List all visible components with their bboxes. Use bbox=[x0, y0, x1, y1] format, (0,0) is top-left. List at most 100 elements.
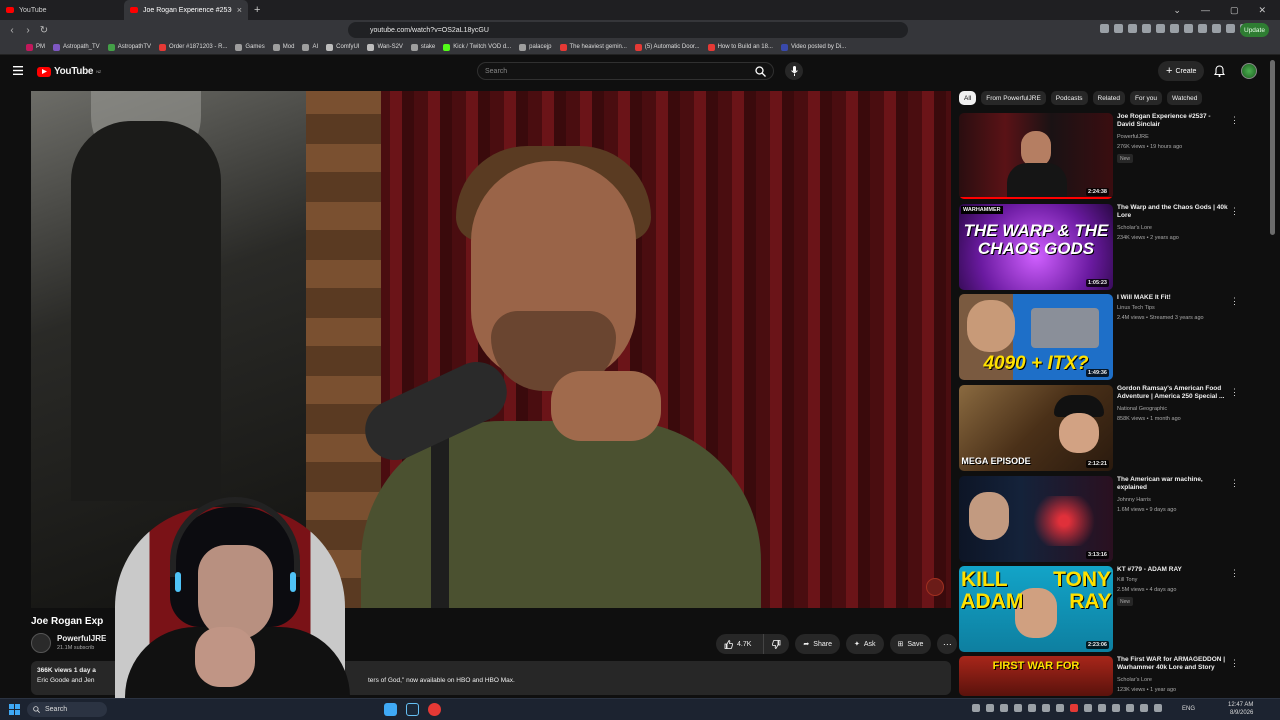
bookmark-item[interactable]: AstropathTV bbox=[107, 43, 151, 51]
tray-icon[interactable] bbox=[1098, 704, 1106, 712]
chevron-down-icon[interactable]: ⌄ bbox=[1173, 5, 1181, 16]
tray-icon[interactable] bbox=[1000, 704, 1008, 712]
dislike-button[interactable] bbox=[763, 634, 789, 654]
video-thumbnail[interactable]: 4090 + ITX? 1:49:36 bbox=[959, 294, 1113, 380]
recommendation-item[interactable]: MEGA EPISODE 2:12:21 Gordon Ramsay's Ame… bbox=[959, 385, 1244, 473]
steam-icon[interactable] bbox=[406, 703, 419, 716]
tray-icon[interactable] bbox=[1126, 704, 1134, 712]
language-indicator[interactable]: ENG bbox=[1182, 706, 1195, 712]
chip-from-channel[interactable]: From PowerfulJRE bbox=[981, 91, 1046, 105]
recommendation-item[interactable]: WARHAMMER THE WARP & THE CHAOS GODS 1:05… bbox=[959, 204, 1244, 292]
maximize-icon[interactable]: ▢ bbox=[1230, 5, 1239, 16]
tab-youtube[interactable]: YouTube bbox=[0, 0, 124, 20]
tray-icon[interactable] bbox=[1042, 704, 1050, 712]
windows-start-icon[interactable] bbox=[9, 704, 20, 715]
bookmark-item[interactable]: Video posted by Di... bbox=[780, 43, 846, 51]
extension-icon[interactable] bbox=[1128, 24, 1137, 33]
share-button[interactable]: ➦ Share bbox=[795, 634, 840, 654]
channel-watermark-icon[interactable] bbox=[926, 578, 944, 596]
taskbar-search[interactable]: Search bbox=[27, 702, 107, 717]
url-field[interactable]: youtube.com/watch?v=OS2aL18ycGU bbox=[348, 22, 908, 38]
bookmark-folder[interactable]: AI bbox=[302, 43, 318, 51]
chip-for-you[interactable]: For you bbox=[1129, 91, 1162, 105]
hamburger-menu-icon[interactable] bbox=[13, 66, 23, 75]
close-tab-icon[interactable]: × bbox=[237, 5, 242, 15]
bookmark-folder[interactable]: Games bbox=[235, 43, 265, 51]
bookmark-item[interactable]: ComfyUI bbox=[326, 43, 359, 51]
ask-button[interactable]: ✦ Ask bbox=[845, 634, 884, 654]
tray-icon[interactable] bbox=[972, 704, 980, 712]
bookmark-item[interactable]: How to Build an 18... bbox=[707, 43, 773, 51]
tray-icon[interactable] bbox=[1154, 704, 1162, 712]
recommendation-item[interactable]: 3:13:16 The American war machine, explai… bbox=[959, 476, 1244, 564]
bookmark-item[interactable]: Kick / Twitch VOD d... bbox=[443, 43, 511, 51]
new-tab-icon[interactable]: + bbox=[248, 4, 266, 16]
video-thumbnail[interactable]: FIRST WAR FOR bbox=[959, 656, 1113, 696]
extension-icon[interactable] bbox=[1100, 24, 1109, 33]
bookmark-item[interactable]: PM bbox=[26, 43, 45, 51]
more-options-icon[interactable]: ⋮ bbox=[1230, 568, 1239, 579]
tray-icon[interactable] bbox=[1112, 704, 1120, 712]
bookmark-item[interactable]: Astropath_TV bbox=[53, 43, 100, 51]
close-window-icon[interactable]: ✕ bbox=[1258, 5, 1266, 16]
more-options-icon[interactable]: ⋮ bbox=[1230, 115, 1239, 126]
minimize-icon[interactable]: — bbox=[1201, 5, 1210, 16]
extension-icon[interactable] bbox=[1226, 24, 1235, 33]
tray-icon[interactable] bbox=[986, 704, 994, 712]
more-options-icon[interactable]: ⋮ bbox=[1230, 387, 1239, 398]
bookmark-item[interactable]: The heaviest gemin... bbox=[559, 43, 627, 51]
tray-icon[interactable] bbox=[1056, 704, 1064, 712]
extension-icon[interactable] bbox=[1142, 24, 1151, 33]
tray-icon[interactable] bbox=[1014, 704, 1022, 712]
video-thumbnail[interactable]: 2:24:38 bbox=[959, 113, 1113, 199]
channel-name[interactable]: PowerfulJRE bbox=[57, 634, 106, 643]
bookmark-item[interactable]: (5) Automatic Door... bbox=[634, 43, 700, 51]
more-options-icon[interactable]: ⋮ bbox=[1230, 296, 1239, 307]
chip-watched[interactable]: Watched bbox=[1166, 91, 1203, 105]
channel-avatar[interactable] bbox=[31, 633, 51, 653]
extension-icon[interactable] bbox=[1212, 24, 1221, 33]
recommendation-item[interactable]: 4090 + ITX? 1:49:36 I Will MAKE It Fit! … bbox=[959, 294, 1244, 382]
youtube-logo[interactable]: YouTube NZ bbox=[37, 66, 101, 77]
tray-icon[interactable] bbox=[1084, 704, 1092, 712]
video-thumbnail[interactable]: MEGA EPISODE 2:12:21 bbox=[959, 385, 1113, 471]
chip-related[interactable]: Related bbox=[1092, 91, 1125, 105]
chip-all[interactable]: All bbox=[959, 91, 977, 105]
forward-icon[interactable]: › bbox=[20, 25, 36, 36]
search-input[interactable]: Search bbox=[477, 62, 774, 80]
bookmark-folder[interactable]: Mod bbox=[272, 43, 294, 51]
taskbar-clock[interactable]: 12:47 AM 8/9/2026 bbox=[1228, 701, 1253, 718]
microphone-icon[interactable] bbox=[785, 62, 803, 80]
update-button[interactable]: Update bbox=[1240, 23, 1269, 37]
recommendation-item[interactable]: 2:24:38 Joe Rogan Experience #2537 - Dav… bbox=[959, 113, 1244, 201]
create-button[interactable]: + Create bbox=[1158, 61, 1205, 81]
browser-icon[interactable] bbox=[428, 703, 441, 716]
recommendation-item[interactable]: FIRST WAR FOR The First WAR for ARMAGEDD… bbox=[959, 656, 1244, 696]
tray-icon[interactable] bbox=[1028, 704, 1036, 712]
video-thumbnail[interactable]: 3:13:16 bbox=[959, 476, 1113, 562]
like-button[interactable]: 4.7K bbox=[716, 634, 759, 654]
page-scrollbar[interactable] bbox=[1270, 60, 1275, 235]
extension-icon[interactable] bbox=[1114, 24, 1123, 33]
more-options-icon[interactable]: ⋮ bbox=[1230, 206, 1239, 217]
search-button[interactable] bbox=[746, 62, 774, 80]
more-options-icon[interactable]: ⋮ bbox=[1230, 658, 1239, 669]
extension-icon[interactable] bbox=[1170, 24, 1179, 33]
bookmark-item[interactable]: Wan-S2V bbox=[367, 43, 403, 51]
more-actions-icon[interactable]: ⋯ bbox=[937, 634, 958, 654]
tray-icon[interactable] bbox=[1140, 704, 1148, 712]
extension-icon[interactable] bbox=[1156, 24, 1165, 33]
reload-icon[interactable]: ↻ bbox=[36, 25, 52, 36]
bookmark-folder[interactable]: stake bbox=[410, 43, 435, 51]
back-icon[interactable]: ‹ bbox=[4, 25, 20, 36]
notifications-bell-icon[interactable] bbox=[1214, 65, 1225, 77]
save-button[interactable]: ⊞ Save bbox=[889, 634, 932, 654]
tab-joe-rogan[interactable]: Joe Rogan Experience #2536 × bbox=[124, 0, 248, 20]
avatar[interactable] bbox=[1241, 63, 1257, 79]
tray-icon[interactable] bbox=[1070, 704, 1078, 712]
recommendation-item[interactable]: KILL TONY ADAM RAY 2:23:06 KT #779 - ADA… bbox=[959, 566, 1244, 654]
bookmark-folder[interactable]: palacejp bbox=[519, 43, 552, 51]
more-options-icon[interactable]: ⋮ bbox=[1230, 478, 1239, 489]
extension-icon[interactable] bbox=[1198, 24, 1207, 33]
video-thumbnail[interactable]: KILL TONY ADAM RAY 2:23:06 bbox=[959, 566, 1113, 652]
